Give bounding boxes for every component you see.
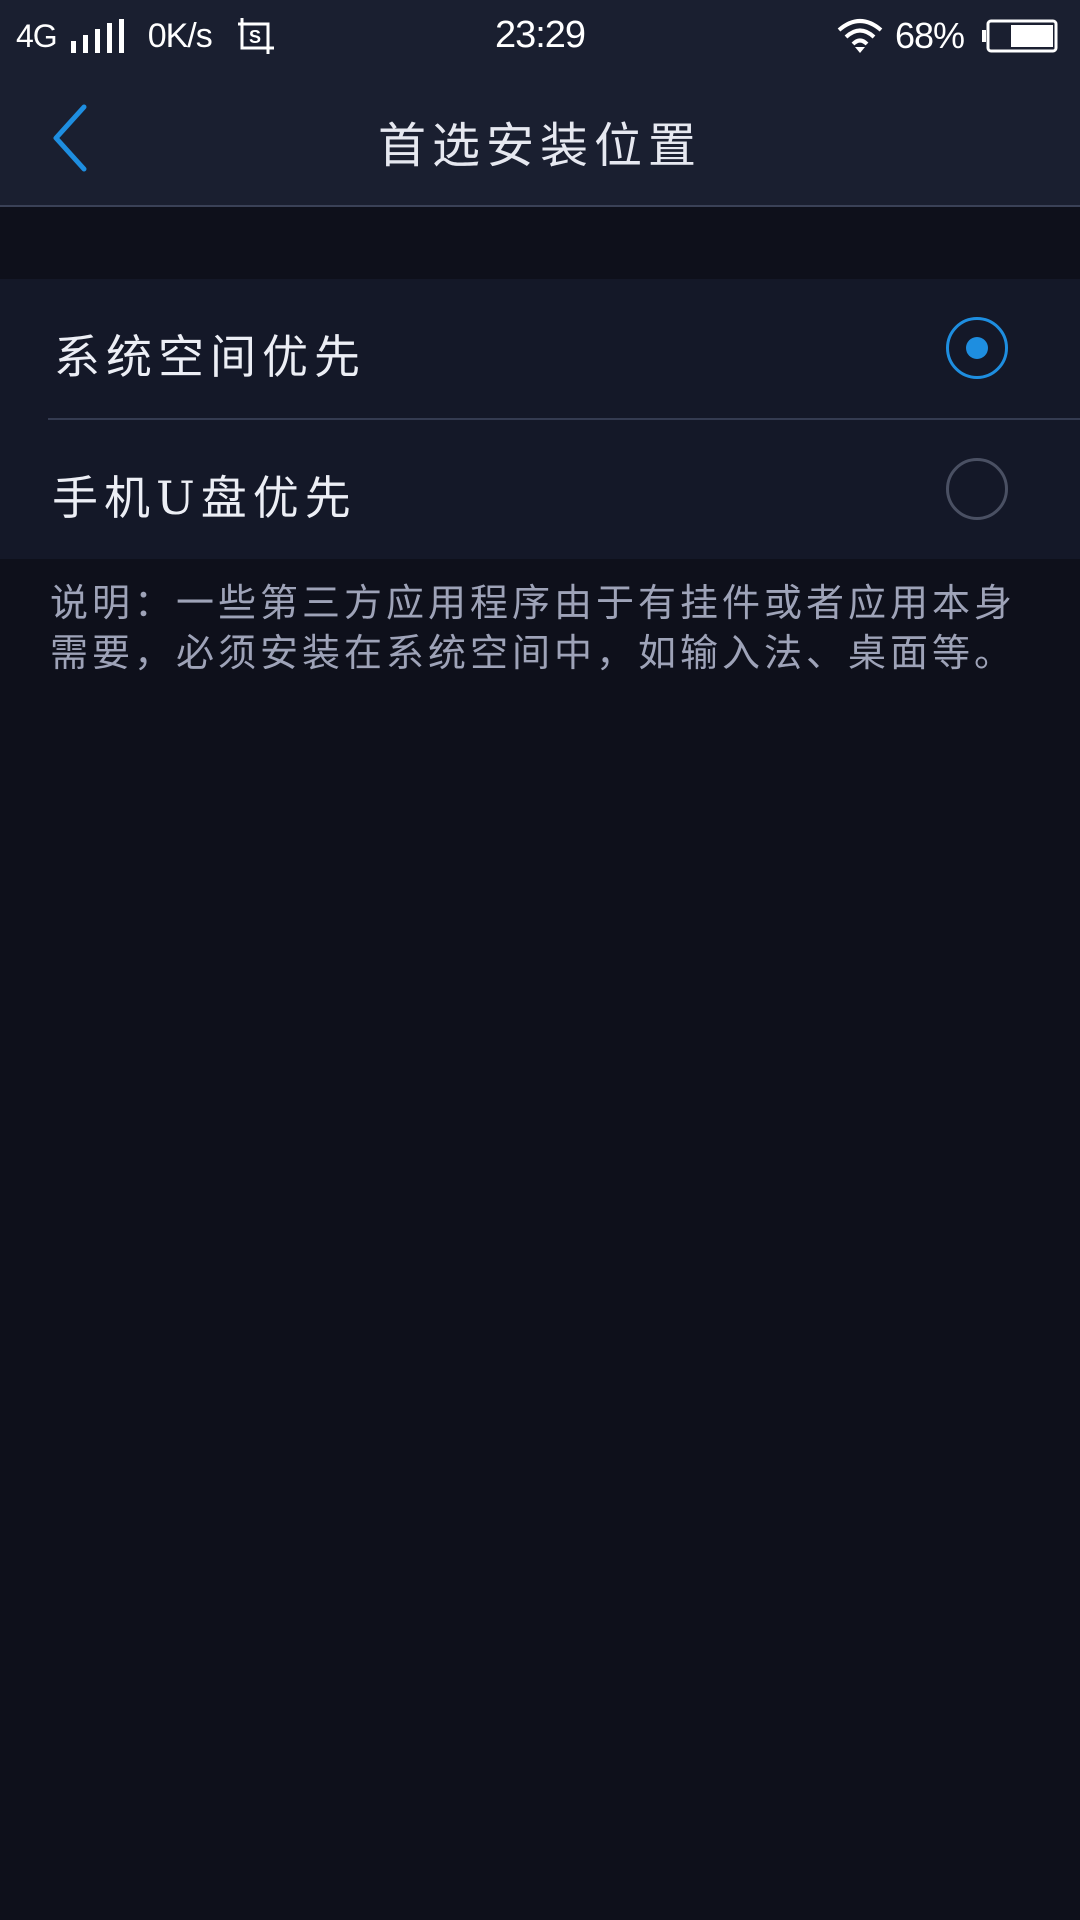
- page-title: 首选安装位置: [377, 118, 702, 174]
- title-bar: 首选安装位置: [0, 70, 1080, 207]
- section-spacer: [0, 207, 1080, 279]
- battery-percent: 68%: [894, 15, 965, 56]
- option-label: 系统空间优先: [54, 330, 366, 384]
- screen: 4G 0K/s S 23:29 68% 首选安装位置 系统空间优先 手机U盘优先…: [0, 0, 1080, 1920]
- option-phone-usb-storage[interactable]: 手机U盘优先: [0, 420, 1080, 559]
- wifi-icon: [837, 19, 883, 53]
- battery-icon: [982, 19, 1058, 53]
- radio-button[interactable]: [946, 317, 1008, 379]
- option-label: 手机U盘优先: [52, 471, 357, 525]
- install-location-options: 系统空间优先 手机U盘优先: [0, 279, 1080, 559]
- option-system-storage[interactable]: 系统空间优先: [48, 279, 1080, 420]
- description-text: 说明：一些第三方应用程序由于有挂件或者应用本身需要，必须安装在系统空间中，如输入…: [50, 581, 1017, 675]
- radio-button[interactable]: [946, 458, 1008, 520]
- status-right: 68%: [837, 14, 1058, 58]
- status-bar: 4G 0K/s S 23:29 68%: [0, 0, 1080, 70]
